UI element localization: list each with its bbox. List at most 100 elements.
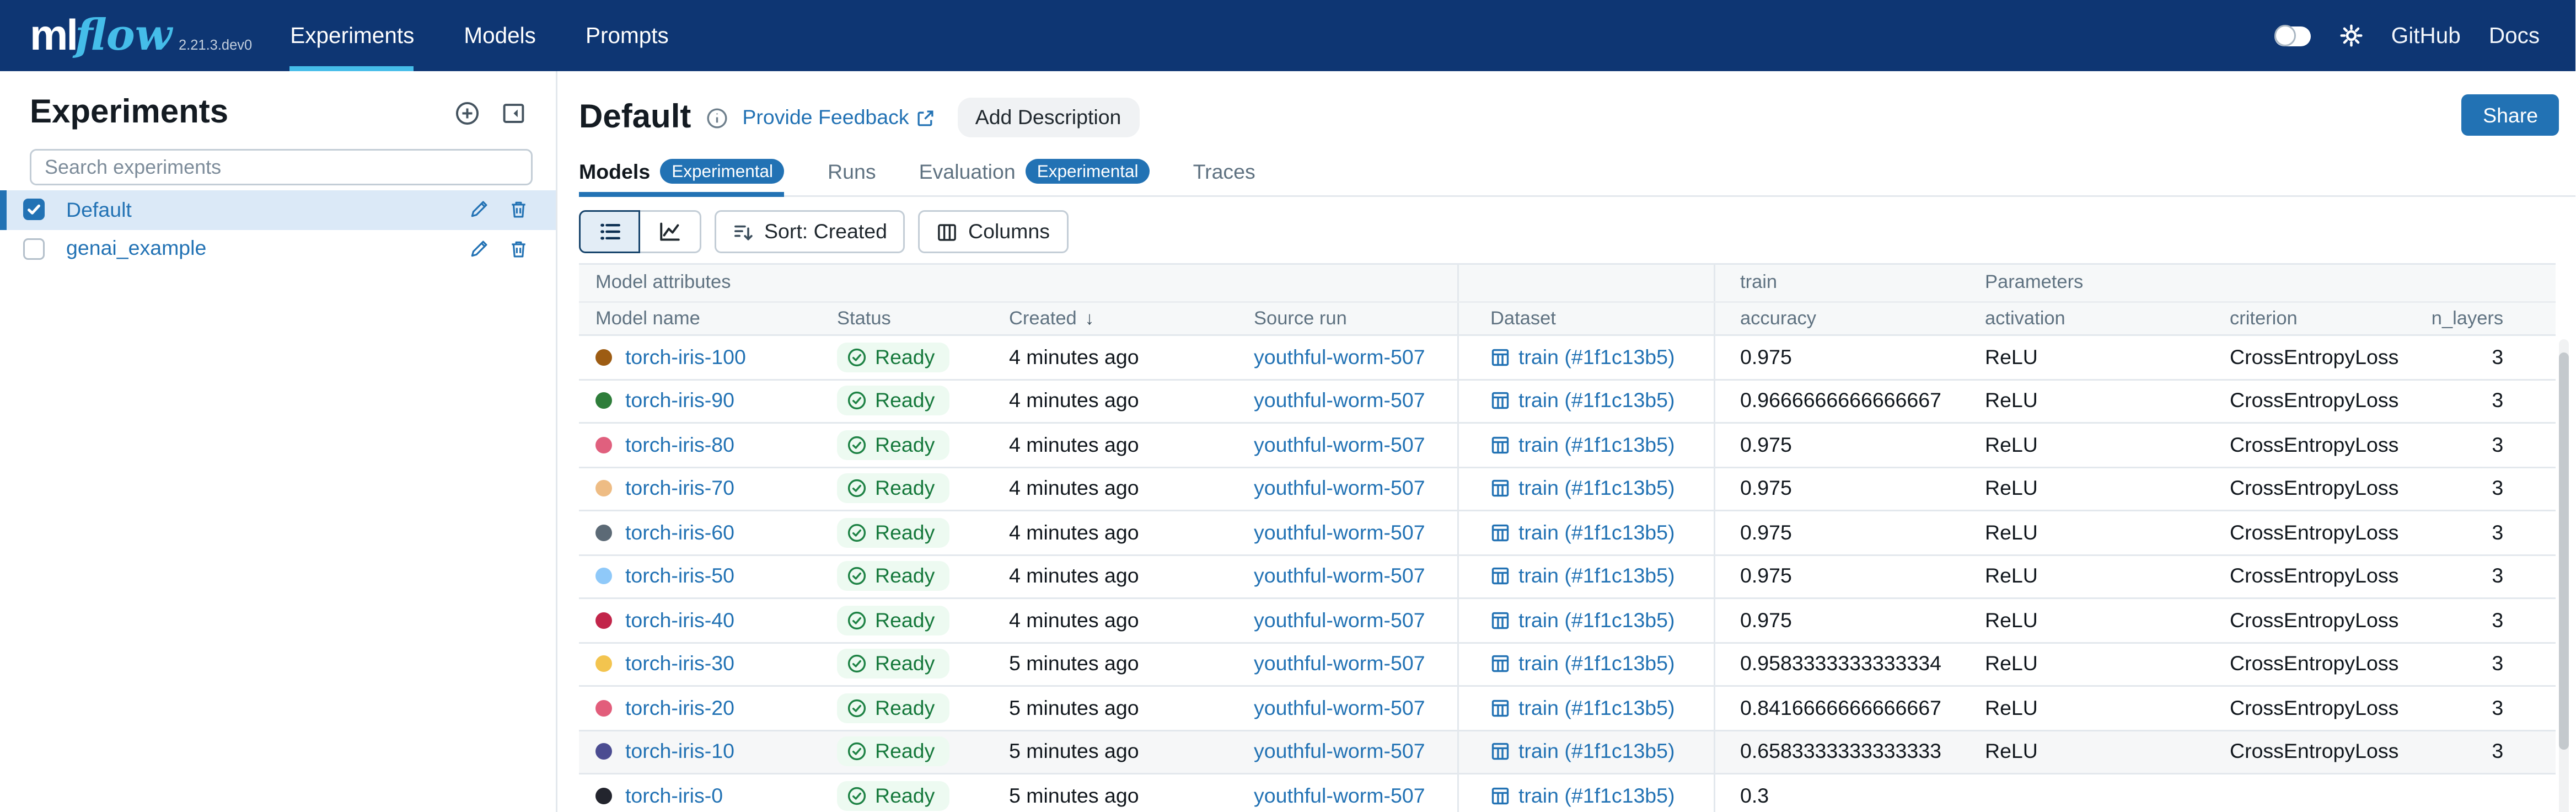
mlflow-logo[interactable]: mlflow 2.21.3.dev0: [30, 10, 252, 61]
experiment-name-link[interactable]: genai_example: [66, 237, 206, 260]
logo-flow-text: flow: [75, 12, 172, 61]
model-name-link[interactable]: torch-iris-10: [625, 740, 734, 763]
column-header-source-run[interactable]: Source run: [1254, 303, 1457, 334]
model-name-link[interactable]: torch-iris-60: [625, 521, 734, 544]
column-header-model-name[interactable]: Model name: [579, 303, 837, 334]
search-experiments-input[interactable]: [30, 149, 533, 185]
check-circle-icon: [847, 567, 867, 586]
sort-button[interactable]: Sort: Created: [715, 210, 905, 253]
experiment-checkbox[interactable]: [23, 238, 45, 259]
top-nav: mlflow 2.21.3.dev0 Experiments Models Pr…: [0, 0, 2576, 71]
model-row[interactable]: torch-iris-10 Ready 5 minutes ago youth: [579, 731, 2556, 775]
source-run-link[interactable]: youthful-worm-507: [1254, 565, 1425, 588]
source-run-link[interactable]: youthful-worm-507: [1254, 345, 1425, 368]
rename-experiment-pencil-icon[interactable]: [468, 238, 490, 259]
model-name-link[interactable]: torch-iris-70: [625, 477, 734, 500]
source-run-cell: youthful-worm-507: [1254, 599, 1457, 642]
share-button[interactable]: Share: [2461, 94, 2559, 136]
chart-view-button[interactable]: [640, 210, 701, 253]
dataset-link[interactable]: train (#1f1c13b5): [1490, 740, 1675, 763]
model-name-link[interactable]: torch-iris-50: [625, 565, 734, 588]
delete-experiment-trash-icon[interactable]: [508, 238, 529, 259]
external-link-icon: [916, 109, 934, 127]
provide-feedback-link[interactable]: Provide Feedback: [742, 93, 933, 142]
dataset-link[interactable]: train (#1f1c13b5): [1490, 608, 1675, 632]
experiment-tab[interactable]: Traces: [1193, 159, 1255, 197]
dataset-link[interactable]: train (#1f1c13b5): [1490, 433, 1675, 456]
dataset-link[interactable]: train (#1f1c13b5): [1490, 521, 1675, 544]
model-row[interactable]: torch-iris-30 Ready 5 minutes ago youth: [579, 643, 2556, 687]
delete-experiment-trash-icon[interactable]: [508, 199, 529, 221]
source-run-link[interactable]: youthful-worm-507: [1254, 653, 1425, 676]
column-header-criterion[interactable]: criterion: [2230, 303, 2428, 334]
dataset-link[interactable]: train (#1f1c13b5): [1490, 477, 1675, 500]
source-run-link[interactable]: youthful-worm-507: [1254, 740, 1425, 763]
column-header-status[interactable]: Status: [837, 303, 1009, 334]
experiment-name-link[interactable]: Default: [66, 198, 132, 221]
source-run-link[interactable]: youthful-worm-507: [1254, 696, 1425, 719]
model-row[interactable]: torch-iris-20 Ready 5 minutes ago youth: [579, 687, 2556, 731]
model-row[interactable]: torch-iris-40 Ready 4 minutes ago youth: [579, 599, 2556, 643]
nav-item[interactable]: Models: [464, 0, 536, 71]
model-name-link[interactable]: torch-iris-0: [625, 784, 723, 807]
model-name-link[interactable]: torch-iris-90: [625, 389, 734, 413]
source-run-link[interactable]: youthful-worm-507: [1254, 521, 1425, 544]
check-circle-icon: [847, 742, 867, 762]
model-row[interactable]: torch-iris-80 Ready 4 minutes ago youth: [579, 424, 2556, 468]
create-experiment-icon[interactable]: [455, 100, 480, 125]
source-run-link[interactable]: youthful-worm-507: [1254, 389, 1425, 413]
rename-experiment-pencil-icon[interactable]: [468, 199, 490, 221]
experiment-tab[interactable]: Models Experimental: [579, 159, 785, 197]
column-header-created[interactable]: Created ↓: [1009, 303, 1254, 334]
source-run-link[interactable]: youthful-worm-507: [1254, 784, 1425, 807]
collapse-sidebar-icon[interactable]: [501, 100, 526, 125]
model-row[interactable]: torch-iris-70 Ready 4 minutes ago youth: [579, 468, 2556, 512]
dataset-table-icon: [1490, 522, 1510, 542]
column-header-dataset[interactable]: Dataset: [1457, 303, 1715, 334]
source-run-link[interactable]: youthful-worm-507: [1254, 433, 1425, 456]
info-icon[interactable]: [706, 107, 727, 129]
status-badge: Ready: [837, 342, 949, 372]
model-row[interactable]: torch-iris-90 Ready 4 minutes ago youth: [579, 380, 2556, 424]
status-badge: Ready: [837, 430, 949, 460]
model-name-link[interactable]: torch-iris-40: [625, 608, 734, 632]
experiment-list-item[interactable]: Default: [0, 190, 556, 229]
theme-toggle[interactable]: [2274, 26, 2310, 46]
experiment-list-item[interactable]: genai_example: [0, 229, 556, 269]
model-row[interactable]: torch-iris-100 Ready 4 minutes ago yout: [579, 336, 2556, 380]
dataset-cell: train (#1f1c13b5): [1457, 555, 1715, 598]
model-name-link[interactable]: torch-iris-100: [625, 345, 746, 368]
dataset-link[interactable]: train (#1f1c13b5): [1490, 565, 1675, 588]
model-row[interactable]: torch-iris-50 Ready 4 minutes ago youth: [579, 555, 2556, 600]
model-name-link[interactable]: torch-iris-20: [625, 696, 734, 719]
column-header-accuracy[interactable]: accuracy: [1715, 303, 1985, 334]
nav-external-link[interactable]: GitHub: [2391, 23, 2461, 48]
model-name-link[interactable]: torch-iris-80: [625, 433, 734, 456]
dataset-link[interactable]: train (#1f1c13b5): [1490, 784, 1675, 807]
model-row[interactable]: torch-iris-0 Ready 5 minutes ago youthf: [579, 774, 2556, 812]
list-view-button[interactable]: [579, 210, 640, 253]
settings-gear-icon[interactable]: [2338, 23, 2363, 48]
experiment-checkbox[interactable]: [23, 199, 45, 221]
model-name-link[interactable]: torch-iris-30: [625, 653, 734, 676]
column-header-n-layers[interactable]: n_layers: [2428, 303, 2556, 334]
add-description-button[interactable]: Add Description: [957, 98, 1140, 137]
column-header-activation[interactable]: activation: [1985, 303, 2230, 334]
source-run-link[interactable]: youthful-worm-507: [1254, 477, 1425, 500]
dataset-link[interactable]: train (#1f1c13b5): [1490, 653, 1675, 676]
source-run-link[interactable]: youthful-worm-507: [1254, 608, 1425, 632]
nav-external-link[interactable]: Docs: [2489, 23, 2540, 48]
experiment-tab[interactable]: Runs: [828, 159, 876, 197]
table-scrollbar[interactable]: [2559, 339, 2569, 812]
nav-item[interactable]: Experiments: [290, 0, 414, 71]
scrollbar-thumb[interactable]: [2559, 352, 2569, 750]
dataset-link[interactable]: train (#1f1c13b5): [1490, 696, 1675, 719]
model-row[interactable]: torch-iris-60 Ready 4 minutes ago youth: [579, 511, 2556, 555]
dataset-link[interactable]: train (#1f1c13b5): [1490, 389, 1675, 413]
experiment-tab[interactable]: Evaluation Experimental: [919, 159, 1150, 197]
dataset-link[interactable]: train (#1f1c13b5): [1490, 345, 1675, 368]
model-color-dot: [595, 524, 612, 541]
source-run-cell: youthful-worm-507: [1254, 774, 1457, 812]
nav-item[interactable]: Prompts: [586, 0, 669, 71]
columns-button[interactable]: Columns: [919, 210, 1068, 253]
